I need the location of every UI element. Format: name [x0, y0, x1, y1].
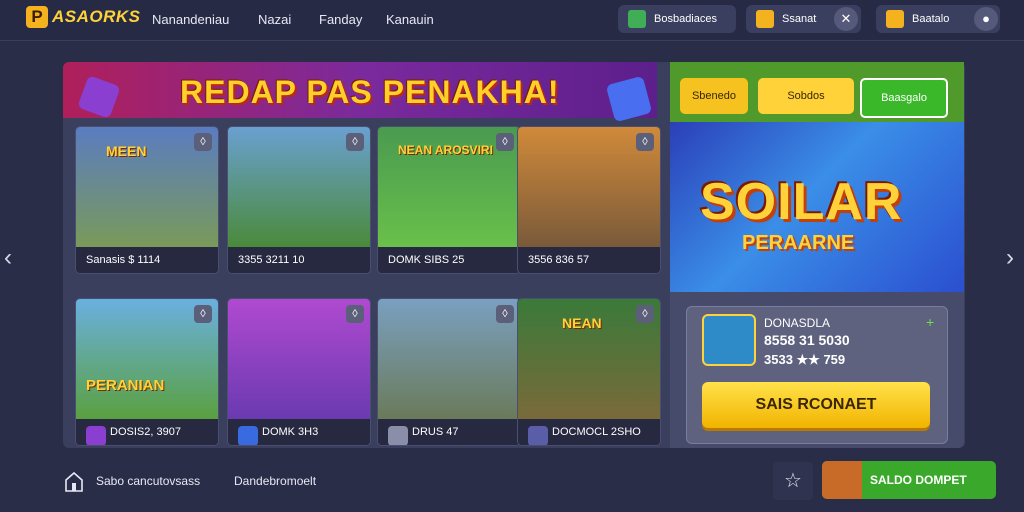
avatar — [822, 461, 862, 499]
info-line-1: DONASDLA — [764, 316, 831, 330]
chest-icon — [528, 426, 548, 445]
settings-icon[interactable]: ✕ — [834, 7, 858, 31]
card-caption: Sanasis $ 1114 — [86, 254, 161, 266]
app-logo[interactable]: P ASAORKS — [26, 6, 141, 28]
coin-icon — [756, 10, 774, 28]
banner-title: REDAP PAS PENAKHA! — [180, 74, 560, 110]
card-caption-bar: DRUS 47 — [378, 419, 520, 445]
card-caption-bar: DOCMOCL 2SHO — [518, 419, 660, 445]
card-caption-bar: 3556 836 57 — [518, 247, 660, 273]
nav-item-1[interactable]: Nanandeniau — [152, 12, 229, 27]
nav-item-4[interactable]: Kanauin — [386, 12, 434, 27]
chevron-left-icon[interactable]: ‹ — [4, 244, 12, 272]
chevron-right-icon[interactable]: › — [1006, 244, 1014, 272]
shield-icon — [388, 426, 408, 445]
nav-item-2[interactable]: Nazai — [258, 12, 291, 27]
card-caption-bar: DOMK SIBS 25 — [378, 247, 520, 273]
bank-icon — [65, 471, 83, 492]
logo-text: ASAORKS — [52, 7, 141, 26]
tab-sbenedo[interactable]: Sbenedo — [680, 78, 748, 114]
card-title: MEEN — [106, 143, 147, 159]
info-line-2: 8558 31 5030 — [764, 332, 850, 348]
info-line-3: 3533 ★★ 759 — [764, 352, 846, 367]
info-icon[interactable]: ◊ — [636, 133, 654, 151]
info-icon[interactable]: ◊ — [496, 305, 514, 323]
gem-icon — [86, 426, 106, 445]
star-icon[interactable]: ☆ — [773, 462, 813, 500]
wallet-pill-label: Bosbadiaces — [654, 13, 717, 25]
game-card[interactable]: ◊ MEEN Sanasis $ 1114 — [75, 126, 219, 274]
chest-icon — [702, 314, 756, 366]
card-caption: DOMK SIBS 25 — [388, 254, 465, 266]
card-caption: DOCMOCL 2SHO — [552, 426, 641, 438]
card-caption: DOSIS2, 3907 — [110, 426, 181, 438]
wallet-icon — [628, 10, 646, 28]
saldo-dompet-button[interactable]: SALDO DOMPET — [822, 461, 996, 499]
card-caption: DOMK 3H3 — [262, 426, 319, 438]
game-card[interactable]: ◊ DOMK 3H3 — [227, 298, 371, 446]
saldo-label: SALDO DOMPET — [870, 473, 967, 487]
game-card[interactable]: ◊ PERANIAN DOSIS2, 3907 — [75, 298, 219, 446]
gem-icon — [238, 426, 258, 445]
info-icon[interactable]: ◊ — [636, 305, 654, 323]
game-card[interactable]: ◊ NEAN AROSVIRI DOMK SIBS 25 — [377, 126, 521, 274]
plus-icon[interactable]: + — [926, 314, 934, 330]
info-icon[interactable]: ◊ — [496, 133, 514, 151]
card-caption: DRUS 47 — [412, 426, 459, 438]
card-caption-bar: 3355 3211 10 — [228, 247, 370, 273]
card-caption-bar: DOSIS2, 3907 — [76, 419, 218, 445]
coins-pill-label: Ssanat — [782, 13, 817, 25]
card-caption-bar: Sanasis $ 1114 — [76, 247, 218, 273]
card-title: NEAN AROSVIRI — [398, 143, 493, 157]
hero-subtitle: PERAARNE — [742, 232, 855, 254]
footer-text-1[interactable]: Sabo cancutovsass — [96, 474, 200, 488]
cta-button[interactable]: SAIS RCONAET — [702, 382, 930, 428]
game-card[interactable]: ◊ 3556 836 57 — [517, 126, 661, 274]
nav-item-3[interactable]: Fanday — [319, 12, 362, 27]
wallet-pill[interactable]: Bosbadiaces — [618, 5, 736, 33]
game-card[interactable]: ◊ 3355 3211 10 — [227, 126, 371, 274]
top-bar: P ASAORKS Nanandeniau Nazai Fanday Kanau… — [0, 0, 1024, 41]
tab-sobdos[interactable]: Sobdos — [758, 78, 854, 114]
profile-icon[interactable]: ● — [974, 7, 998, 31]
card-caption-bar: DOMK 3H3 — [228, 419, 370, 445]
game-card[interactable]: ◊ DRUS 47 — [377, 298, 521, 446]
gem-icon — [886, 10, 904, 28]
card-title: PERANIAN — [86, 377, 165, 394]
tab-baasgalo[interactable]: Baasgalo — [860, 78, 948, 118]
info-icon[interactable]: ◊ — [346, 133, 364, 151]
info-icon[interactable]: ◊ — [346, 305, 364, 323]
info-icon[interactable]: ◊ — [194, 133, 212, 151]
info-icon[interactable]: ◊ — [194, 305, 212, 323]
hero-title: SOILAR — [700, 173, 903, 231]
card-caption: 3556 836 57 — [528, 254, 590, 266]
game-card[interactable]: ◊ NEAN DOCMOCL 2SHO — [517, 298, 661, 446]
logo-mark: P — [26, 6, 48, 28]
footer-text-2[interactable]: Dandebromoelt — [234, 474, 316, 488]
balance-pill-label: Baatalo — [912, 13, 950, 25]
card-caption: 3355 3211 10 — [238, 254, 305, 266]
card-title: NEAN — [562, 315, 602, 331]
